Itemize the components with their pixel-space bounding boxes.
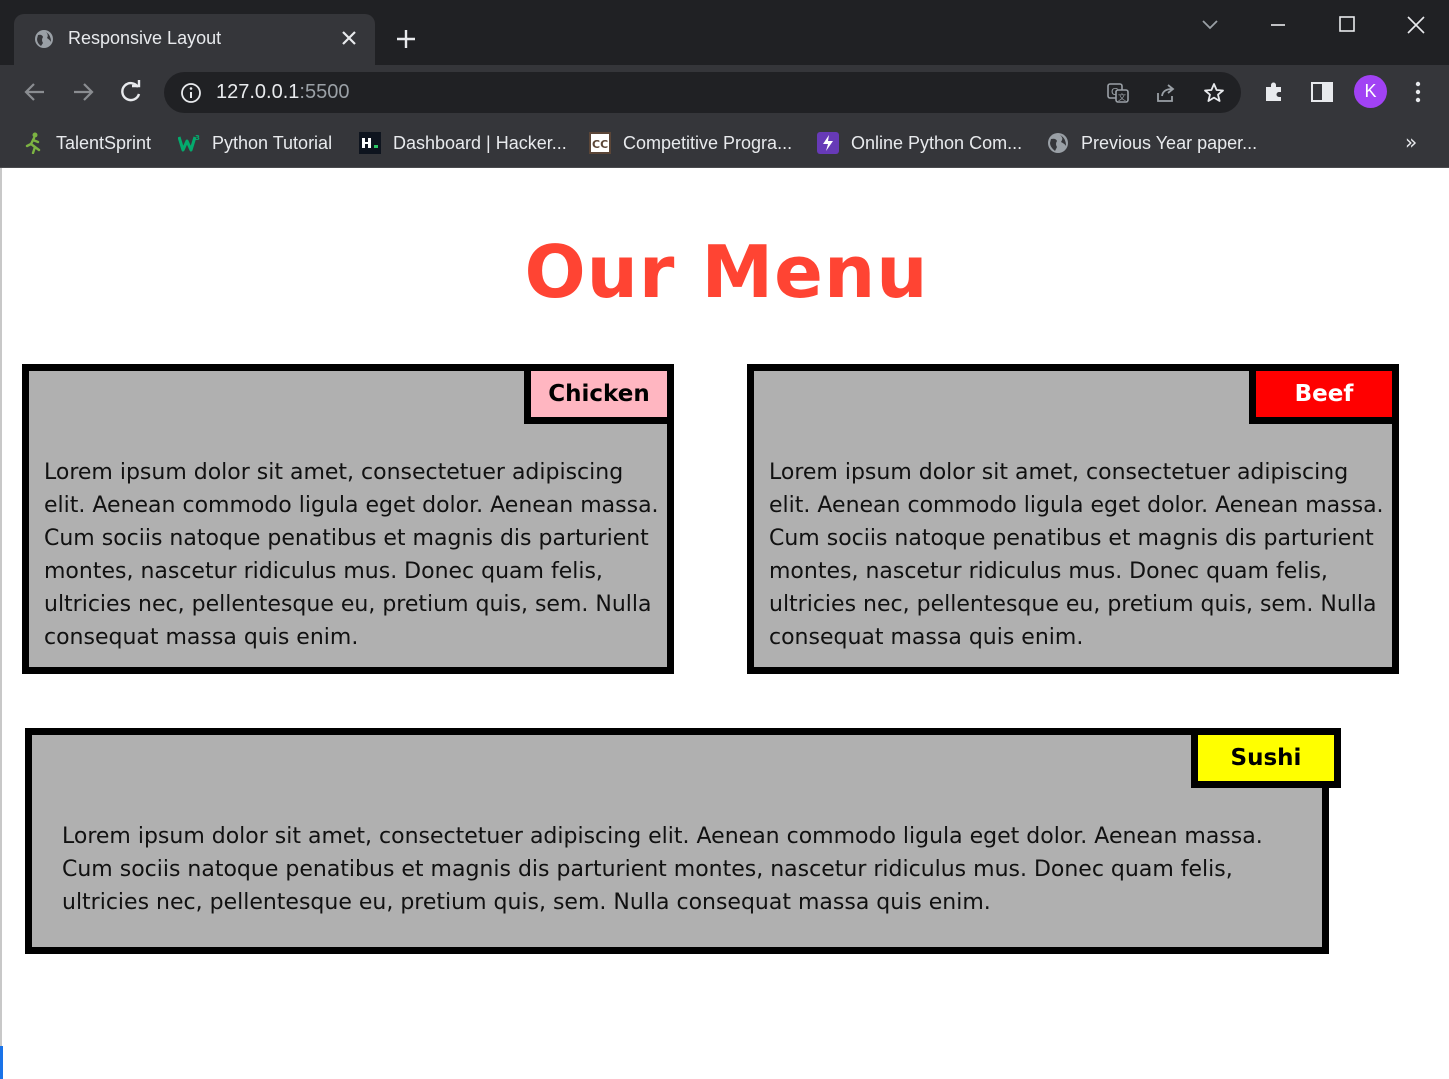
hackerrank-icon: [359, 132, 381, 154]
bookmark-hackerrank-dashboard[interactable]: Dashboard | Hacker...: [359, 128, 567, 158]
kebab-menu-icon[interactable]: [1405, 79, 1431, 105]
url-text: 127.0.0.1:5500: [216, 81, 349, 104]
bookmark-label: Dashboard | Hacker...: [393, 132, 567, 153]
globe-icon: [1048, 133, 1068, 153]
card-tag-chicken: Chicken: [524, 364, 674, 424]
tab-search-chevron-icon[interactable]: [1197, 12, 1223, 38]
window-close-icon[interactable]: [1403, 12, 1429, 38]
svg-text:CC: CC: [592, 138, 608, 151]
profile-avatar[interactable]: K: [1354, 75, 1387, 108]
bookmark-label: TalentSprint: [56, 132, 152, 153]
bookmark-talentsprint[interactable]: TalentSprint: [22, 128, 151, 158]
url-host: 127.0.0.1: [216, 81, 300, 103]
tab-responsive-layout[interactable]: Responsive Layout: [14, 14, 375, 65]
menu-card-chicken: Chicken Lorem ipsum dolor sit amet, cons…: [22, 364, 674, 674]
site-info-icon[interactable]: [180, 82, 202, 104]
bookmark-previous-year-papers[interactable]: Previous Year paper...: [1047, 128, 1257, 158]
card-description: Lorem ipsum dolor sit amet, consectetuer…: [62, 824, 1263, 915]
codechef-icon: CC: [589, 132, 611, 154]
browser-toolbar: 127.0.0.1:5500 G 文 K: [0, 65, 1449, 120]
bookmark-label: Previous Year paper...: [1081, 132, 1258, 153]
menu-card-beef: Beef Lorem ipsum dolor sit amet, consect…: [747, 364, 1399, 674]
side-panel-icon[interactable]: [1309, 79, 1335, 105]
svg-text:3: 3: [195, 134, 200, 142]
bookmark-python-tutorial[interactable]: 3 Python Tutorial: [178, 128, 332, 158]
browser-titlebar: Responsive Layout: [0, 0, 1449, 65]
bookmark-competitive-programming[interactable]: CC Competitive Progra...: [589, 128, 792, 158]
bookmark-label: Python Tutorial: [212, 132, 333, 153]
card-description: Lorem ipsum dolor sit amet, consectetuer…: [769, 460, 1384, 650]
taskbar-edge: [0, 1046, 3, 1079]
maximize-icon[interactable]: [1334, 12, 1360, 38]
page-title: Our Menu: [524, 230, 929, 314]
translate-icon[interactable]: G 文: [1106, 81, 1130, 105]
bookmark-label: Competitive Progra...: [623, 132, 793, 153]
bookmarks-bar: TalentSprint 3 Python Tutorial Dashboard…: [0, 120, 1449, 168]
new-tab-plus-icon[interactable]: [394, 27, 418, 51]
bookmarks-overflow-chevron[interactable]: »: [1405, 130, 1417, 154]
card-tag-sushi: Sushi: [1191, 728, 1341, 788]
svg-text:文: 文: [1118, 92, 1126, 102]
minimize-icon[interactable]: [1265, 12, 1291, 38]
address-bar[interactable]: 127.0.0.1:5500 G 文: [164, 72, 1241, 113]
bolt-icon: [817, 132, 839, 154]
card-tag-beef: Beef: [1249, 364, 1399, 424]
page-viewport: Our Menu Chicken Lorem ipsum dolor sit a…: [0, 168, 1449, 1079]
bookmark-label: Online Python Com...: [851, 132, 1023, 153]
forward-arrow-icon[interactable]: [70, 79, 96, 105]
extensions-puzzle-icon[interactable]: [1261, 79, 1287, 105]
card-description: Lorem ipsum dolor sit amet, consectetuer…: [44, 460, 659, 650]
share-icon[interactable]: [1154, 81, 1178, 105]
close-icon[interactable]: [339, 28, 359, 48]
globe-icon: [35, 30, 53, 48]
back-arrow-icon[interactable]: [22, 79, 48, 105]
bookmark-online-python-compiler[interactable]: Online Python Com...: [817, 128, 1022, 158]
runner-icon: [25, 132, 41, 154]
bookmark-star-icon[interactable]: [1202, 81, 1226, 105]
tab-title: Responsive Layout: [68, 28, 222, 48]
w3schools-icon: 3: [178, 134, 200, 152]
url-port: :5500: [299, 81, 350, 103]
menu-card-sushi: Sushi Lorem ipsum dolor sit amet, consec…: [25, 728, 1341, 954]
reload-icon[interactable]: [118, 79, 144, 105]
